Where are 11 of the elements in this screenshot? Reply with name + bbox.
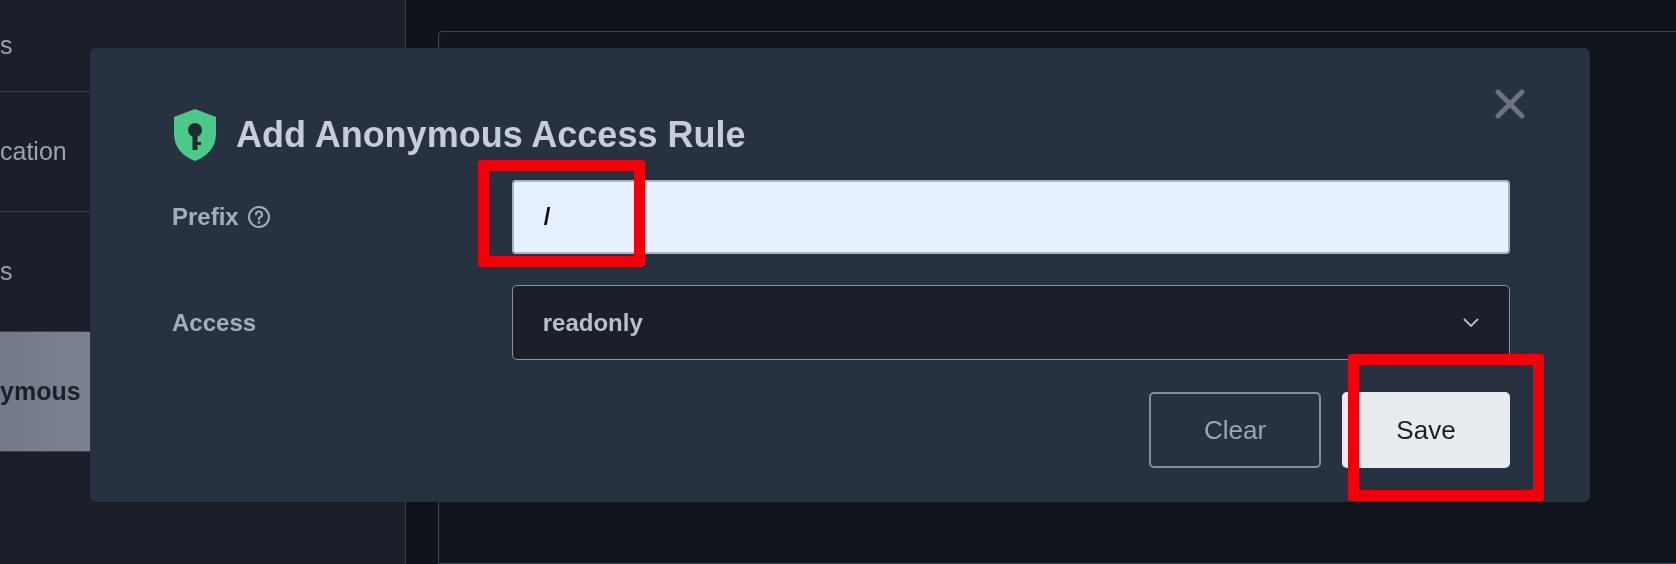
access-select[interactable]: readonly — [511, 285, 1510, 360]
save-button[interactable]: Save — [1342, 392, 1510, 468]
clear-button[interactable]: Clear — [1149, 392, 1321, 468]
close-icon[interactable] — [1494, 88, 1526, 120]
field-label: Access — [172, 308, 257, 337]
help-icon[interactable] — [246, 205, 271, 229]
field-label: Prefix — [172, 203, 239, 231]
chevron-down-icon — [1463, 317, 1479, 328]
prefix-input[interactable]: / — [511, 180, 1510, 254]
dialog-title: Add Anonymous Access Rule — [236, 114, 746, 156]
shield-key-icon — [172, 108, 218, 162]
